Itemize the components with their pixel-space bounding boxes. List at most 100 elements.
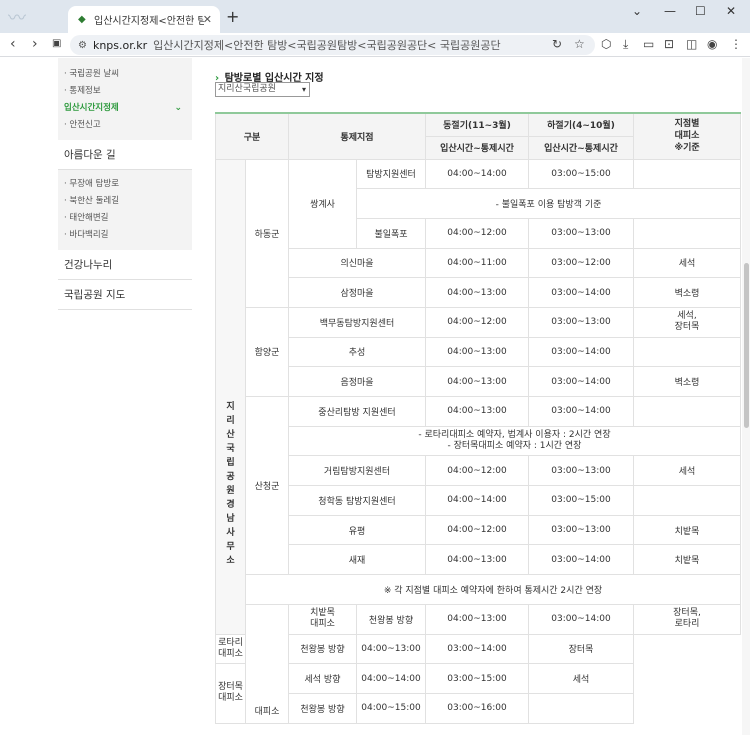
time-cell: 04:00~12:00 [425, 306, 529, 338]
direction-cell: 천왕봉 방향 [356, 603, 426, 635]
tab-strip-decoration-icon: 〰 [8, 8, 26, 29]
time-cell: 03:00~15:00 [528, 485, 634, 516]
sidebar-item-health[interactable]: 건강나누리 [58, 250, 192, 280]
shelter-cell: 장터목 [528, 633, 634, 665]
park-select[interactable]: 지리산국립공원 ▾ [215, 82, 310, 97]
browser-toolbar: ‹ › ▣ ⚙ knps.or.kr 입산시간지정제<안전한 탐방<국립공원탐방… [0, 33, 750, 57]
tab-title: 입산시간지정제<안전한 탐방< [94, 16, 204, 27]
sidebar-item-bukhansan-trail[interactable]: · 북한산 둘레길 [64, 193, 188, 210]
header-summer-range: 입산시간~통제시간 [528, 135, 634, 160]
sidebar-item-safety-report[interactable]: · 안전신고 [64, 117, 188, 134]
page-scrollbar[interactable] [742, 58, 750, 735]
cell-uisin: 의신마을 [288, 247, 426, 279]
header-winter-range: 입산시간~통제시간 [425, 135, 529, 160]
shelter-cell [633, 336, 741, 368]
cell-tambang-center: 탐방지원센터 [356, 158, 426, 190]
sidebar-item-beautiful-road[interactable]: 아름다운 길 [58, 140, 192, 170]
group-shelter: 대피소 [245, 603, 289, 724]
road-submenu: · 무장애 탐방로 · 북한산 둘레길 · 태안해변길 · 바다백리길 [58, 170, 192, 250]
bookmark-star-icon[interactable]: ☆ [574, 37, 585, 51]
time-cell: 03:00~13:00 [528, 514, 634, 546]
time-cell: 03:00~13:00 [528, 306, 634, 338]
shelter-cell: 세석 [528, 663, 634, 694]
forward-button[interactable]: › [32, 36, 38, 52]
time-cell: 04:00~13:00 [425, 396, 529, 427]
shelter-cell [528, 692, 634, 724]
screenshot-icon[interactable]: ⊡ [664, 37, 674, 51]
cell-rotary: 로타리 대피소 [215, 633, 246, 665]
sidebar-item-entry-time[interactable]: 입산시간지정제 ⌄ [64, 100, 188, 117]
group-sancheong: 산청군 [245, 395, 289, 576]
group-hamyang: 함양군 [245, 306, 289, 398]
maximize-button[interactable]: ☐ [695, 4, 706, 18]
shelter-cell [633, 158, 741, 190]
browser-tab[interactable]: ◆ 입산시간지정제<안전한 탐방< ✕ [68, 6, 220, 33]
profile-icon[interactable]: ◉ [707, 37, 717, 51]
note-jungsan: - 로타리대피소 예약자, 법계사 이용자 : 2시간 연장 - 장터목대피소 … [288, 425, 741, 457]
cell-saejae: 새재 [288, 544, 426, 576]
left-sidebar: · 국립공원 날씨 · 통제정보 입산시간지정제 ⌄ · 안전신고 아름다운 길… [58, 58, 192, 310]
time-cell: 03:00~14:00 [528, 396, 634, 427]
park-select-value: 지리산국립공원 [218, 84, 276, 94]
close-tab-icon[interactable]: ✕ [203, 13, 212, 26]
header-shelter: 지점별 대피소 ※기준 [633, 112, 741, 160]
cell-ssanggyesa: 쌍계사 [288, 158, 357, 249]
back-button[interactable]: ‹ [10, 36, 16, 52]
direction-cell: 천왕봉 방향 [288, 633, 357, 665]
time-cell: 03:00~14:00 [528, 277, 634, 308]
time-cell: 04:00~12:00 [425, 455, 529, 487]
tab-search-icon[interactable]: ⌄ [632, 4, 642, 18]
time-cell: 03:00~16:00 [425, 692, 529, 724]
close-window-button[interactable]: ✕ [726, 4, 736, 18]
shelter-cell: 세석 [633, 455, 741, 487]
cell-eumjeong: 음정마을 [288, 366, 426, 397]
download-icon[interactable]: ⤓ [623, 37, 628, 52]
sidebar-item-weather[interactable]: · 국립공원 날씨 [64, 66, 188, 83]
office-label-char: 지 [226, 401, 235, 412]
office-label-char: 공 [226, 471, 235, 482]
cell-geoim: 거림탐방지원센터 [288, 455, 426, 487]
sidebar-icon[interactable]: ◫ [686, 37, 697, 51]
office-label-char: 사 [226, 527, 235, 538]
time-cell: 04:00~12:00 [425, 217, 529, 249]
time-cell: 04:00~13:00 [356, 633, 426, 665]
new-tab-button[interactable]: + [226, 7, 239, 26]
minimize-button[interactable]: — [664, 4, 676, 18]
sidebar-item-barrier-free[interactable]: · 무장애 탐방로 [64, 176, 188, 193]
sidebar-item-control-info[interactable]: · 통제정보 [64, 83, 188, 100]
time-cell: 03:00~15:00 [528, 158, 634, 190]
cell-chuseong: 추성 [288, 336, 426, 368]
reader-mode-icon[interactable]: ▣ [52, 38, 61, 49]
site-info-icon[interactable]: ⚙ [78, 40, 87, 51]
office-label-char: 립 [226, 457, 235, 468]
time-cell: 04:00~13:00 [425, 366, 529, 397]
submenu-spacer [64, 58, 188, 66]
shelter-cell [633, 485, 741, 516]
sidebar-item-taean-trail[interactable]: · 태안해변길 [64, 210, 188, 227]
group-hadong: 하동군 [245, 158, 289, 308]
direction-cell: 세석 방향 [288, 663, 357, 694]
time-cell: 03:00~14:00 [425, 633, 529, 665]
shelter-cell: 벽소령 [633, 366, 741, 397]
scrollbar-thumb[interactable] [744, 263, 749, 428]
extensions-icon[interactable]: ⬡ [601, 37, 611, 51]
page-viewport: · 국립공원 날씨 · 통제정보 입산시간지정제 ⌄ · 안전신고 아름다운 길… [0, 58, 750, 735]
menu-icon[interactable]: ⋮ [730, 37, 742, 51]
entry-time-table: 구분 통제지점 동절기(11~3월) 하절기(4~10월) 지점별 대피소 ※기… [215, 112, 741, 724]
sidebar-item-sea-trail[interactable]: · 바다백리길 [64, 227, 188, 244]
header-summer: 하절기(4~10월) [528, 112, 634, 137]
address-bar[interactable]: ⚙ knps.or.kr 입산시간지정제<안전한 탐방<국립공원탐방<국립공원공… [70, 35, 595, 55]
note-line: - 로타리대피소 예약자, 법계사 이용자 : 2시간 연장 [418, 430, 611, 441]
cast-icon[interactable]: ▭ [643, 37, 654, 51]
shelter-cell: 세석, 장터목 [633, 306, 741, 338]
office-label-char: 남 [226, 513, 235, 524]
time-cell: 04:00~15:00 [356, 692, 426, 724]
reload-icon[interactable]: ↻ [552, 37, 562, 51]
office-label-char: 소 [226, 555, 235, 566]
note-bulil: - 불일폭포 이용 탐방객 기준 [356, 188, 741, 219]
time-cell: 04:00~11:00 [425, 247, 529, 279]
browser-tab-bar: 〰 ◆ 입산시간지정제<안전한 탐방< ✕ + ⌄ — ☐ ✕ [0, 0, 750, 33]
time-cell: 03:00~14:00 [528, 366, 634, 397]
time-cell: 03:00~13:00 [528, 455, 634, 487]
sidebar-item-park-map[interactable]: 국립공원 지도 [58, 280, 192, 310]
